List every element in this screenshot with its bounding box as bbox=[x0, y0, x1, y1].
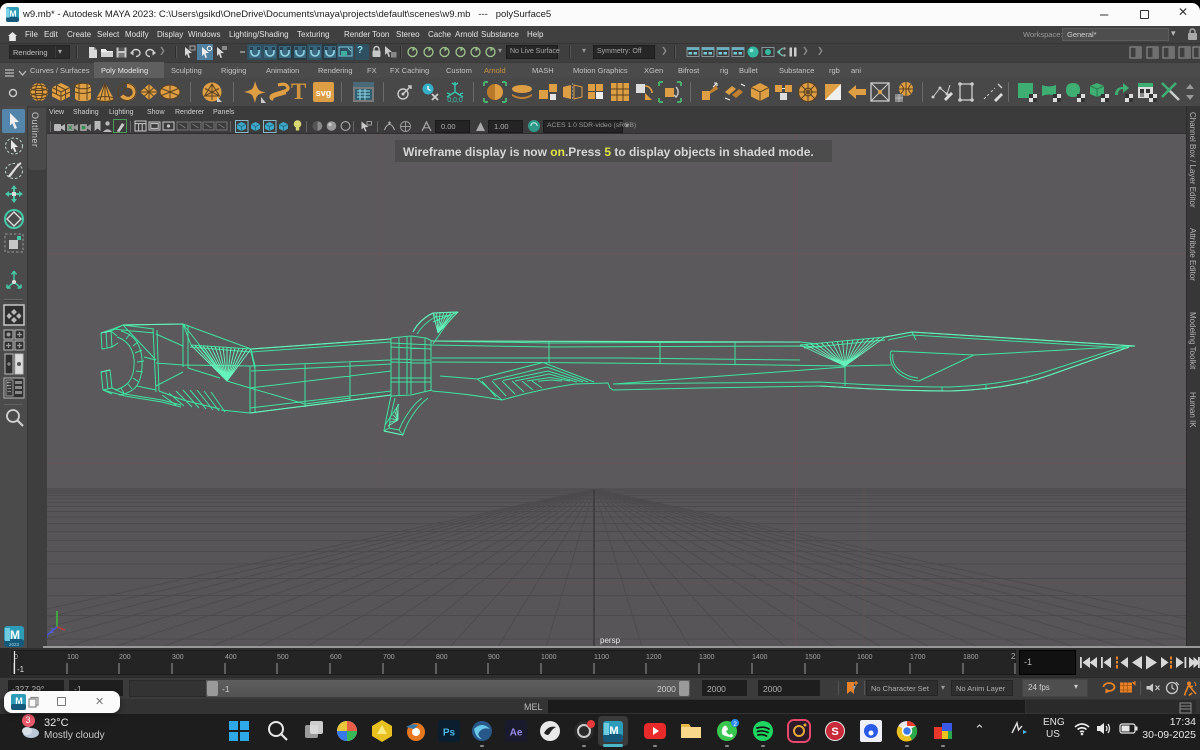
svg-text:svg: svg bbox=[316, 88, 332, 98]
svg-text:100: 100 bbox=[67, 654, 79, 661]
svg-text:z: z bbox=[50, 626, 54, 635]
svg-text:600: 600 bbox=[330, 654, 342, 661]
svg-text:500: 500 bbox=[277, 654, 289, 661]
svg-text:800: 800 bbox=[436, 654, 448, 661]
svg-text:700: 700 bbox=[383, 654, 395, 661]
svg-text:1600: 1600 bbox=[857, 654, 873, 661]
svg-text:2: 2 bbox=[733, 721, 737, 728]
svg-text:1200: 1200 bbox=[646, 654, 662, 661]
svg-text:400: 400 bbox=[225, 654, 237, 661]
svg-text:1800: 1800 bbox=[963, 654, 979, 661]
svg-text:M: M bbox=[10, 628, 20, 642]
svg-text:900: 900 bbox=[488, 654, 500, 661]
svg-text:1700: 1700 bbox=[910, 654, 926, 661]
svg-text:persp: persp bbox=[600, 636, 621, 645]
svg-text:300: 300 bbox=[172, 654, 184, 661]
svg-text:M: M bbox=[15, 696, 23, 706]
svg-text:S: S bbox=[831, 726, 838, 738]
svg-text:0,0,0: 0,0,0 bbox=[447, 97, 463, 104]
svg-text:Ps: Ps bbox=[443, 728, 456, 739]
svg-text:M: M bbox=[609, 725, 618, 737]
svg-text:1400: 1400 bbox=[752, 654, 768, 661]
svg-text:200: 200 bbox=[119, 654, 131, 661]
svg-text:Wireframe display is now on.Pr: Wireframe display is now on.Press 5 to d… bbox=[403, 145, 814, 159]
svg-text:M: M bbox=[9, 9, 16, 19]
svg-text:1000: 1000 bbox=[541, 654, 557, 661]
svg-text:2023: 2023 bbox=[9, 642, 20, 647]
svg-text:2: 2 bbox=[1011, 652, 1016, 661]
svg-text:Ae: Ae bbox=[510, 728, 523, 739]
svg-text:1300: 1300 bbox=[699, 654, 715, 661]
svg-text:1500: 1500 bbox=[805, 654, 821, 661]
svg-text:-1: -1 bbox=[17, 665, 25, 674]
svg-text:1100: 1100 bbox=[594, 654, 609, 661]
